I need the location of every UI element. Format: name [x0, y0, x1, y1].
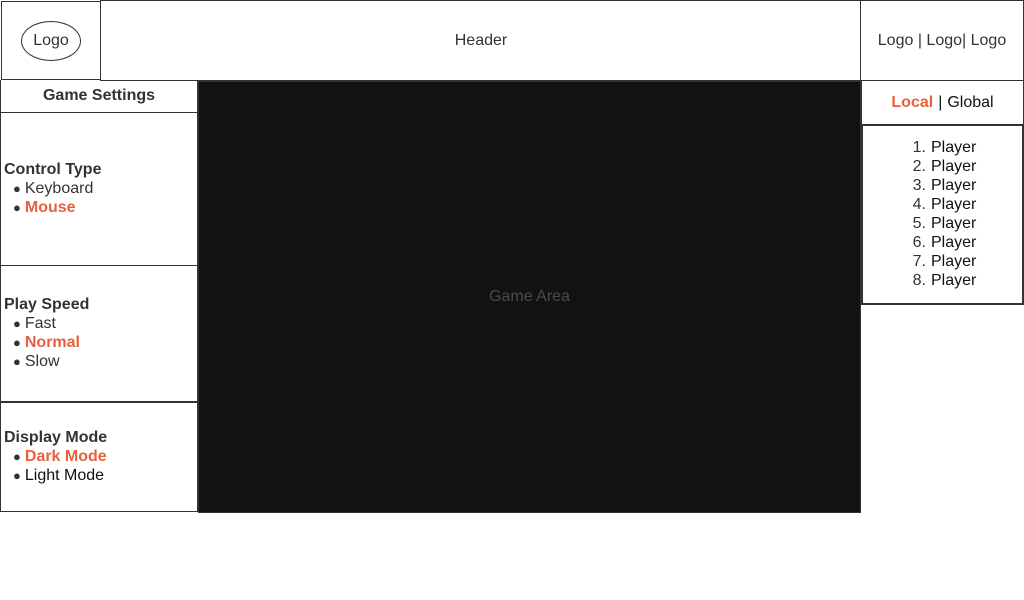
rank-number: 6.: [912, 234, 926, 251]
list-item: 1. Player: [863, 138, 1022, 157]
display-option-light-label: Light Mode: [24, 467, 105, 484]
scope-separator: |: [938, 93, 943, 111]
bullet-icon: ●: [13, 181, 21, 196]
rank-number: 8.: [912, 272, 926, 289]
speed-option-normal[interactable]: ● Normal: [4, 333, 197, 352]
scope-tab-global[interactable]: Global: [947, 94, 993, 112]
bullet-icon: ●: [13, 316, 21, 331]
leaderboard-scope-toggle: Local | Global: [861, 81, 1024, 126]
header-title: Header: [454, 31, 508, 49]
control-option-keyboard-label: Keyboard: [24, 180, 94, 197]
rank-number: 1.: [912, 139, 926, 156]
scope-tab-local[interactable]: Local: [891, 94, 933, 112]
player-name: Player: [931, 196, 977, 213]
player-name: Player: [931, 234, 977, 251]
rank-number: 7.: [912, 253, 926, 270]
list-item: 3. Player: [863, 176, 1022, 195]
display-option-dark[interactable]: ● Dark Mode: [4, 447, 197, 466]
display-option-light[interactable]: ● Light Mode: [4, 466, 197, 485]
speed-option-slow[interactable]: ● Slow: [4, 352, 197, 371]
game-area-label: Game Area: [489, 288, 570, 305]
leaderboard-list: 1. Player 2. Player 3. Player 4. Player …: [861, 125, 1024, 305]
game-area[interactable]: Game Area: [198, 81, 861, 513]
list-item: 4. Player: [863, 195, 1022, 214]
display-option-dark-label: Dark Mode: [24, 448, 107, 465]
game-settings-title: Game Settings: [0, 80, 198, 113]
header-logos: Logo | Logo| Logo: [860, 0, 1024, 81]
control-option-keyboard[interactable]: ● Keyboard: [4, 179, 197, 198]
list-item: 6. Player: [863, 233, 1022, 252]
speed-option-slow-label: Slow: [24, 353, 60, 370]
rank-number: 4.: [912, 196, 926, 213]
list-item: 5. Player: [863, 214, 1022, 233]
bullet-icon: ●: [13, 354, 21, 369]
logo-container: Logo: [1, 1, 101, 80]
control-type-section: Control Type ● Keyboard ● Mouse: [0, 112, 198, 266]
player-name: Player: [931, 215, 977, 232]
bullet-icon: ●: [13, 200, 21, 215]
player-name: Player: [931, 139, 977, 156]
game-settings-title-label: Game Settings: [42, 87, 156, 104]
list-item: 8. Player: [863, 271, 1022, 290]
header: Header: [100, 0, 862, 81]
bullet-icon: ●: [13, 449, 21, 464]
header-logos-label[interactable]: Logo | Logo| Logo: [878, 32, 1006, 50]
speed-option-fast[interactable]: ● Fast: [4, 314, 197, 333]
logo[interactable]: Logo: [21, 20, 81, 61]
play-speed-heading: Play Speed: [4, 296, 90, 313]
control-option-mouse-label: Mouse: [24, 199, 76, 216]
bullet-icon: ●: [13, 468, 21, 483]
player-name: Player: [931, 158, 977, 175]
speed-option-normal-label: Normal: [24, 334, 80, 351]
rank-number: 5.: [912, 215, 926, 232]
player-name: Player: [931, 253, 977, 270]
rank-number: 3.: [912, 177, 926, 194]
speed-option-fast-label: Fast: [24, 315, 56, 332]
bullet-icon: ●: [13, 335, 21, 350]
player-name: Player: [931, 177, 977, 194]
play-speed-section: Play Speed ● Fast ● Normal ● Slow: [0, 265, 198, 403]
display-mode-heading: Display Mode: [4, 429, 108, 446]
player-name: Player: [931, 272, 977, 289]
control-type-heading: Control Type: [4, 161, 102, 178]
list-item: 7. Player: [863, 252, 1022, 271]
display-mode-section: Display Mode ● Dark Mode ● Light Mode: [0, 402, 198, 512]
rank-number: 2.: [912, 158, 926, 175]
list-item: 2. Player: [863, 157, 1022, 176]
control-option-mouse[interactable]: ● Mouse: [4, 198, 197, 217]
